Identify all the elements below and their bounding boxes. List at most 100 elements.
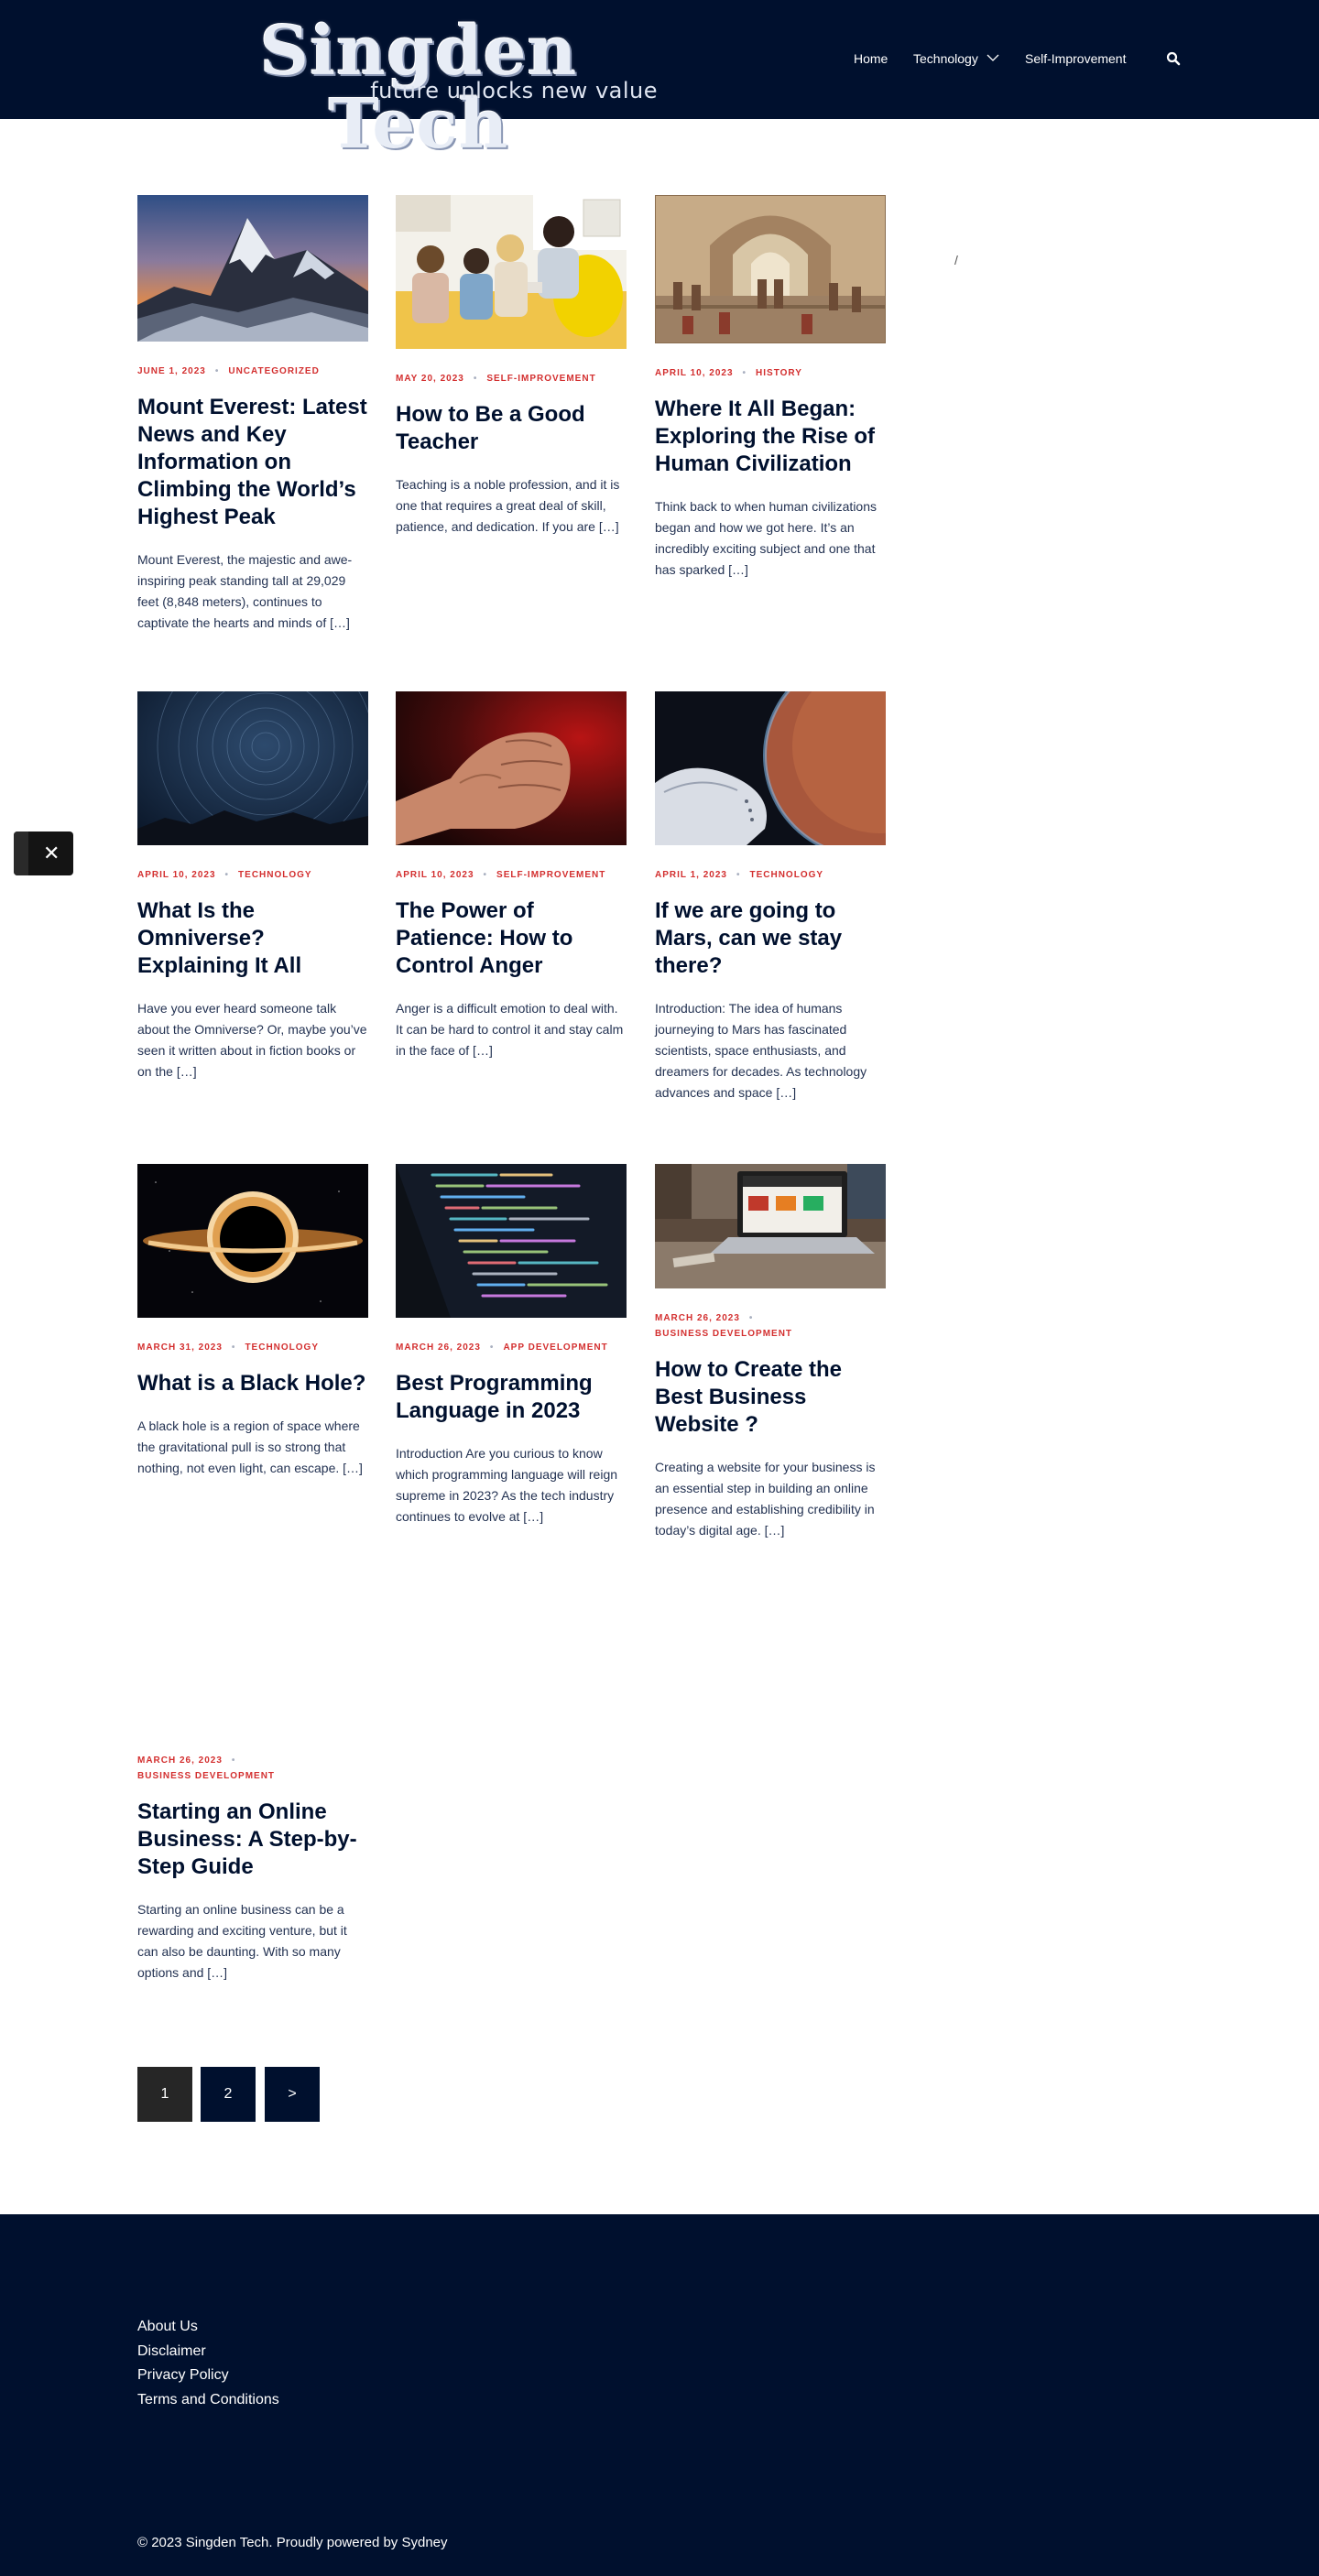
post-title[interactable]: How to Be a Good Teacher <box>396 401 627 456</box>
post-card: April 10, 2023 • Technology What Is the Om… <box>137 691 368 1082</box>
post-thumbnail[interactable] <box>396 195 627 349</box>
site-header: Singden Tech future unlocks new value Ho… <box>0 0 1319 161</box>
post-excerpt: Introduction Are you curious to know whi… <box>396 1446 618 1524</box>
post-card: May 20, 2023 • Self-Improvement How to Be … <box>396 195 627 538</box>
post-excerpt: A black hole is a region of space where … <box>137 1418 363 1475</box>
post-thumbnail[interactable] <box>655 1164 886 1288</box>
post-thumbnail[interactable] <box>655 195 886 343</box>
post-image-fist <box>396 691 627 845</box>
post-card: June 1, 2023 • Uncategorized Mount Everest… <box>137 195 368 634</box>
post-image-teacher <box>396 195 627 349</box>
post-image-star-trails <box>137 691 368 845</box>
post-title[interactable]: Where It All Began: Exploring the Rise o… <box>655 396 886 478</box>
post-title[interactable]: If we are going to Mars, can we stay the… <box>655 897 886 980</box>
post-thumbnail[interactable] <box>137 1164 368 1318</box>
main-nav: Home Technology Self-Improvement <box>0 48 1319 70</box>
footer-link-about[interactable]: About Us <box>137 2315 279 2340</box>
post-category[interactable]: Technology <box>749 870 823 880</box>
post-meta: April 10, 2023 • Technology <box>137 870 312 880</box>
post-title[interactable]: Mount Everest: Latest News and Key Infor… <box>137 394 368 531</box>
post-excerpt: Starting an online business can be a rew… <box>137 1902 347 1980</box>
post-title[interactable]: What Is the Omniverse? Explaining It All <box>137 897 368 980</box>
post-excerpt: Think back to when human civilizations b… <box>655 499 878 577</box>
post-date: March 31, 2023 <box>137 1342 223 1353</box>
logo-tagline: future unlocks new value <box>370 78 658 103</box>
post-thumbnail[interactable] <box>396 691 627 845</box>
post-thumbnail[interactable] <box>655 691 886 845</box>
post-meta: March 26, 2023 • Business Development <box>655 1313 793 1339</box>
post-meta: March 26, 2023 • Business Development <box>137 1755 276 1781</box>
post-image-code-screen <box>396 1164 627 1318</box>
post-meta: June 1, 2023 • Uncategorized <box>137 366 320 376</box>
chevron-down-icon[interactable] <box>987 51 999 64</box>
post-card: March 26, 2023 • App Development Best Prog… <box>396 1164 627 1527</box>
post-category[interactable]: App Development <box>503 1342 607 1353</box>
post-date: March 26, 2023 <box>137 1755 223 1766</box>
floating-close-button[interactable]: ✕ <box>14 831 73 875</box>
post-meta: March 31, 2023 • Technology <box>137 1342 319 1353</box>
footer-menu: About Us Disclaimer Privacy Policy Terms… <box>137 2315 279 2412</box>
sidebar-slash: / <box>954 253 958 267</box>
theme-credit-link[interactable]: Sydney <box>401 2535 447 2550</box>
post-category[interactable]: Technology <box>238 870 312 880</box>
post-category[interactable]: Self-Improvement <box>496 870 605 880</box>
post-card: March 26, 2023 • Business Development How … <box>655 1164 886 1541</box>
post-title[interactable]: Best Programming Language in 2023 <box>396 1370 627 1425</box>
post-excerpt: Teaching is a noble profession, and it i… <box>396 477 620 534</box>
page-2-button[interactable]: 2 <box>201 2067 256 2122</box>
post-date: April 10, 2023 <box>396 870 474 880</box>
post-excerpt: Introduction: The idea of humans journey… <box>655 1001 867 1100</box>
post-title[interactable]: What is a Black Hole? <box>137 1370 368 1397</box>
post-category[interactable]: Technology <box>245 1342 319 1353</box>
post-date: April 10, 2023 <box>655 368 734 378</box>
post-meta: May 20, 2023 • Self-Improvement <box>396 374 596 384</box>
post-card: April 10, 2023 • History Where It All Bega… <box>655 195 886 581</box>
post-date: June 1, 2023 <box>137 366 206 376</box>
post-category[interactable]: History <box>756 368 802 378</box>
post-thumbnail[interactable] <box>137 691 368 845</box>
post-image-school-of-athens <box>655 195 886 343</box>
next-page-button[interactable]: > <box>265 2067 320 2122</box>
copyright-text: © 2023 Singden Tech. Proudly powered by … <box>137 2533 448 2553</box>
post-thumbnail[interactable] <box>137 195 368 342</box>
post-date: March 26, 2023 <box>396 1342 481 1353</box>
post-category[interactable]: Business Development <box>655 1329 792 1339</box>
post-image-black-hole <box>137 1164 368 1318</box>
post-thumbnail[interactable] <box>396 1164 627 1318</box>
close-icon: ✕ <box>43 842 60 864</box>
footer-link-disclaimer[interactable]: Disclaimer <box>137 2340 279 2364</box>
search-icon[interactable] <box>1166 51 1181 66</box>
post-date: April 10, 2023 <box>137 870 216 880</box>
post-card: March 31, 2023 • Technology What is a Blac… <box>137 1164 368 1479</box>
post-excerpt: Mount Everest, the majestic and awe-insp… <box>137 552 353 630</box>
post-date: March 26, 2023 <box>655 1313 740 1323</box>
nav-technology[interactable]: Technology <box>913 48 978 70</box>
footer-link-terms[interactable]: Terms and Conditions <box>137 2388 279 2413</box>
post-image-laptop <box>655 1164 886 1288</box>
post-card: April 10, 2023 • Self-Improvement The Powe… <box>396 691 627 1061</box>
nav-self-improvement[interactable]: Self-Improvement <box>1025 48 1126 70</box>
nav-home[interactable]: Home <box>854 48 888 70</box>
post-excerpt: Anger is a difficult emotion to deal wit… <box>396 1001 624 1058</box>
page-1-button[interactable]: 1 <box>137 2067 192 2122</box>
post-title[interactable]: The Power of Patience: How to Control An… <box>396 897 627 980</box>
post-category[interactable]: Uncategorized <box>228 366 319 376</box>
post-title[interactable]: Starting an Online Business: A Step-by-S… <box>137 1799 368 1881</box>
post-meta: April 10, 2023 • History <box>655 368 802 378</box>
copyright-prefix: © 2023 Singden Tech. Proudly powered by <box>137 2535 402 2550</box>
post-title[interactable]: How to Create the Best Business Website … <box>655 1356 886 1439</box>
post-category[interactable]: Business Development <box>137 1771 275 1781</box>
post-excerpt: Have you ever heard someone talk about t… <box>137 1001 367 1079</box>
post-category[interactable]: Self-Improvement <box>486 374 595 384</box>
post-image-mars-ship <box>655 691 886 845</box>
post-meta: April 1, 2023 • Technology <box>655 870 824 880</box>
post-meta: March 26, 2023 • App Development <box>396 1342 608 1353</box>
footer-link-privacy[interactable]: Privacy Policy <box>137 2364 279 2388</box>
post-card: April 1, 2023 • Technology If we are going… <box>655 691 886 1103</box>
site-footer: About Us Disclaimer Privacy Policy Terms… <box>0 2214 1319 2576</box>
post-image-mountain <box>137 195 368 342</box>
floating-handle <box>14 831 28 875</box>
post-date: April 1, 2023 <box>655 870 727 880</box>
post-date: May 20, 2023 <box>396 374 464 384</box>
post-meta: April 10, 2023 • Self-Improvement <box>396 870 606 880</box>
